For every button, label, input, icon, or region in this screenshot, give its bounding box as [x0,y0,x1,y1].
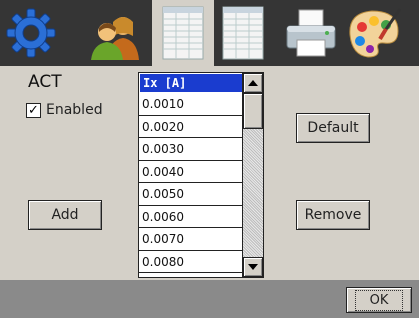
toolbar-print-button[interactable] [280,0,342,66]
toolbar [0,0,419,66]
footer-bar: OK [0,280,419,318]
toolbar-settings-button[interactable] [0,0,62,66]
enabled-label: Enabled [46,102,103,118]
table-icon [222,6,264,60]
scroll-up-button[interactable] [243,73,263,93]
enabled-checkbox[interactable]: ✓ [26,102,41,118]
arrow-down-icon [248,264,258,270]
scroll-thumb[interactable] [243,93,263,129]
table-icon [162,6,204,60]
value-list[interactable]: Ix [A] 0.0010 0.0020 0.0030 0.0040 0.005… [138,72,264,278]
ok-button-label: OK [354,289,404,311]
users-icon [91,17,139,60]
list-item[interactable]: 0.0050 [139,183,243,206]
checkmark-icon: ✓ [28,102,39,118]
printer-icon [286,9,336,57]
arrow-up-icon [248,80,258,86]
add-button[interactable]: Add [28,200,102,230]
toolbar-users-button[interactable] [84,0,146,66]
list-header[interactable]: Ix [A] [140,74,242,92]
list-item[interactable]: 0.0040 [139,160,243,183]
settings-panel: ACT ✓ Enabled Ix [A] 0.0010 0.0020 0.003… [0,66,419,280]
page-title: ACT [28,72,62,92]
list-item[interactable]: 0.0060 [139,205,243,228]
list-item[interactable]: 0.0020 [139,115,243,138]
ok-button[interactable]: OK [346,287,412,313]
list-item[interactable]: 0.0080 [139,250,243,273]
list-item[interactable]: 0.0070 [139,228,243,251]
vertical-scrollbar[interactable] [242,73,263,277]
toolbar-palette-button[interactable] [342,0,404,66]
palette-icon [349,8,402,58]
list-item[interactable]: 0.0010 [139,93,243,116]
scroll-down-button[interactable] [243,257,263,277]
gear-icon [6,8,56,58]
remove-button[interactable]: Remove [296,200,370,230]
default-button[interactable]: Default [296,113,370,143]
toolbar-table-button[interactable] [152,0,214,66]
enabled-checkbox-row[interactable]: ✓ Enabled [26,102,103,118]
list-rows: 0.0010 0.0020 0.0030 0.0040 0.0050 0.006… [139,93,243,273]
toolbar-table-button[interactable] [212,0,274,66]
list-item[interactable]: 0.0030 [139,138,243,161]
